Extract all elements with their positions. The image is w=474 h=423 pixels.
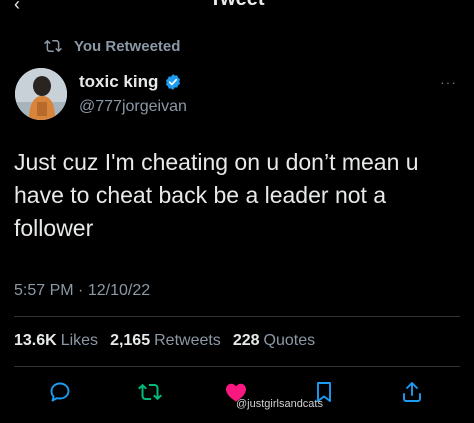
verified-badge-icon	[166, 74, 181, 90]
engagement-stats: 13.6K Likes 2,165 Retweets 228 Quotes	[14, 332, 327, 350]
quotes-label: Quotes	[263, 332, 316, 349]
divider	[14, 316, 460, 317]
share-icon	[403, 382, 421, 402]
author-name-row: toxic king	[79, 72, 182, 92]
share-button[interactable]	[400, 380, 424, 404]
author-handle[interactable]: @777jorgeivan	[79, 98, 187, 116]
tweet-date: 12/10/22	[87, 282, 151, 299]
watermark: @justgirlsandcats	[236, 398, 323, 410]
divider	[14, 366, 460, 367]
reply-icon	[50, 382, 70, 402]
meta-separator: ·	[78, 282, 84, 299]
more-options-icon[interactable]: ···	[440, 74, 457, 90]
tweet-time: 5:57 PM	[14, 282, 74, 299]
retweet-context-label: You Retweeted	[74, 37, 181, 55]
tweet-timestamp: 5:57 PM · 12/10/22	[14, 282, 150, 300]
likes-count: 13.6K	[14, 332, 57, 349]
retweet-button[interactable]	[138, 380, 162, 404]
top-bar: ‹ Tweet	[0, 0, 474, 16]
reply-button[interactable]	[48, 380, 72, 404]
retweet-context: You Retweeted	[44, 36, 180, 56]
page-title: Tweet	[0, 0, 474, 11]
retweets-stat[interactable]: 2,165 Retweets	[110, 332, 221, 350]
tweet-text: Just cuz I'm cheating on u don’t mean u …	[14, 149, 419, 241]
quotes-stat[interactable]: 228 Quotes	[233, 332, 315, 350]
retweet-icon	[44, 39, 62, 53]
likes-stat[interactable]: 13.6K Likes	[14, 332, 98, 350]
quotes-count: 228	[232, 332, 260, 349]
likes-label: Likes	[60, 332, 99, 349]
retweets-count: 2,165	[110, 332, 151, 349]
author-name[interactable]: toxic king	[79, 72, 158, 92]
avatar-image	[15, 68, 67, 120]
retweets-label: Retweets	[154, 332, 221, 349]
retweet-icon	[138, 383, 162, 401]
avatar[interactable]	[15, 68, 67, 120]
